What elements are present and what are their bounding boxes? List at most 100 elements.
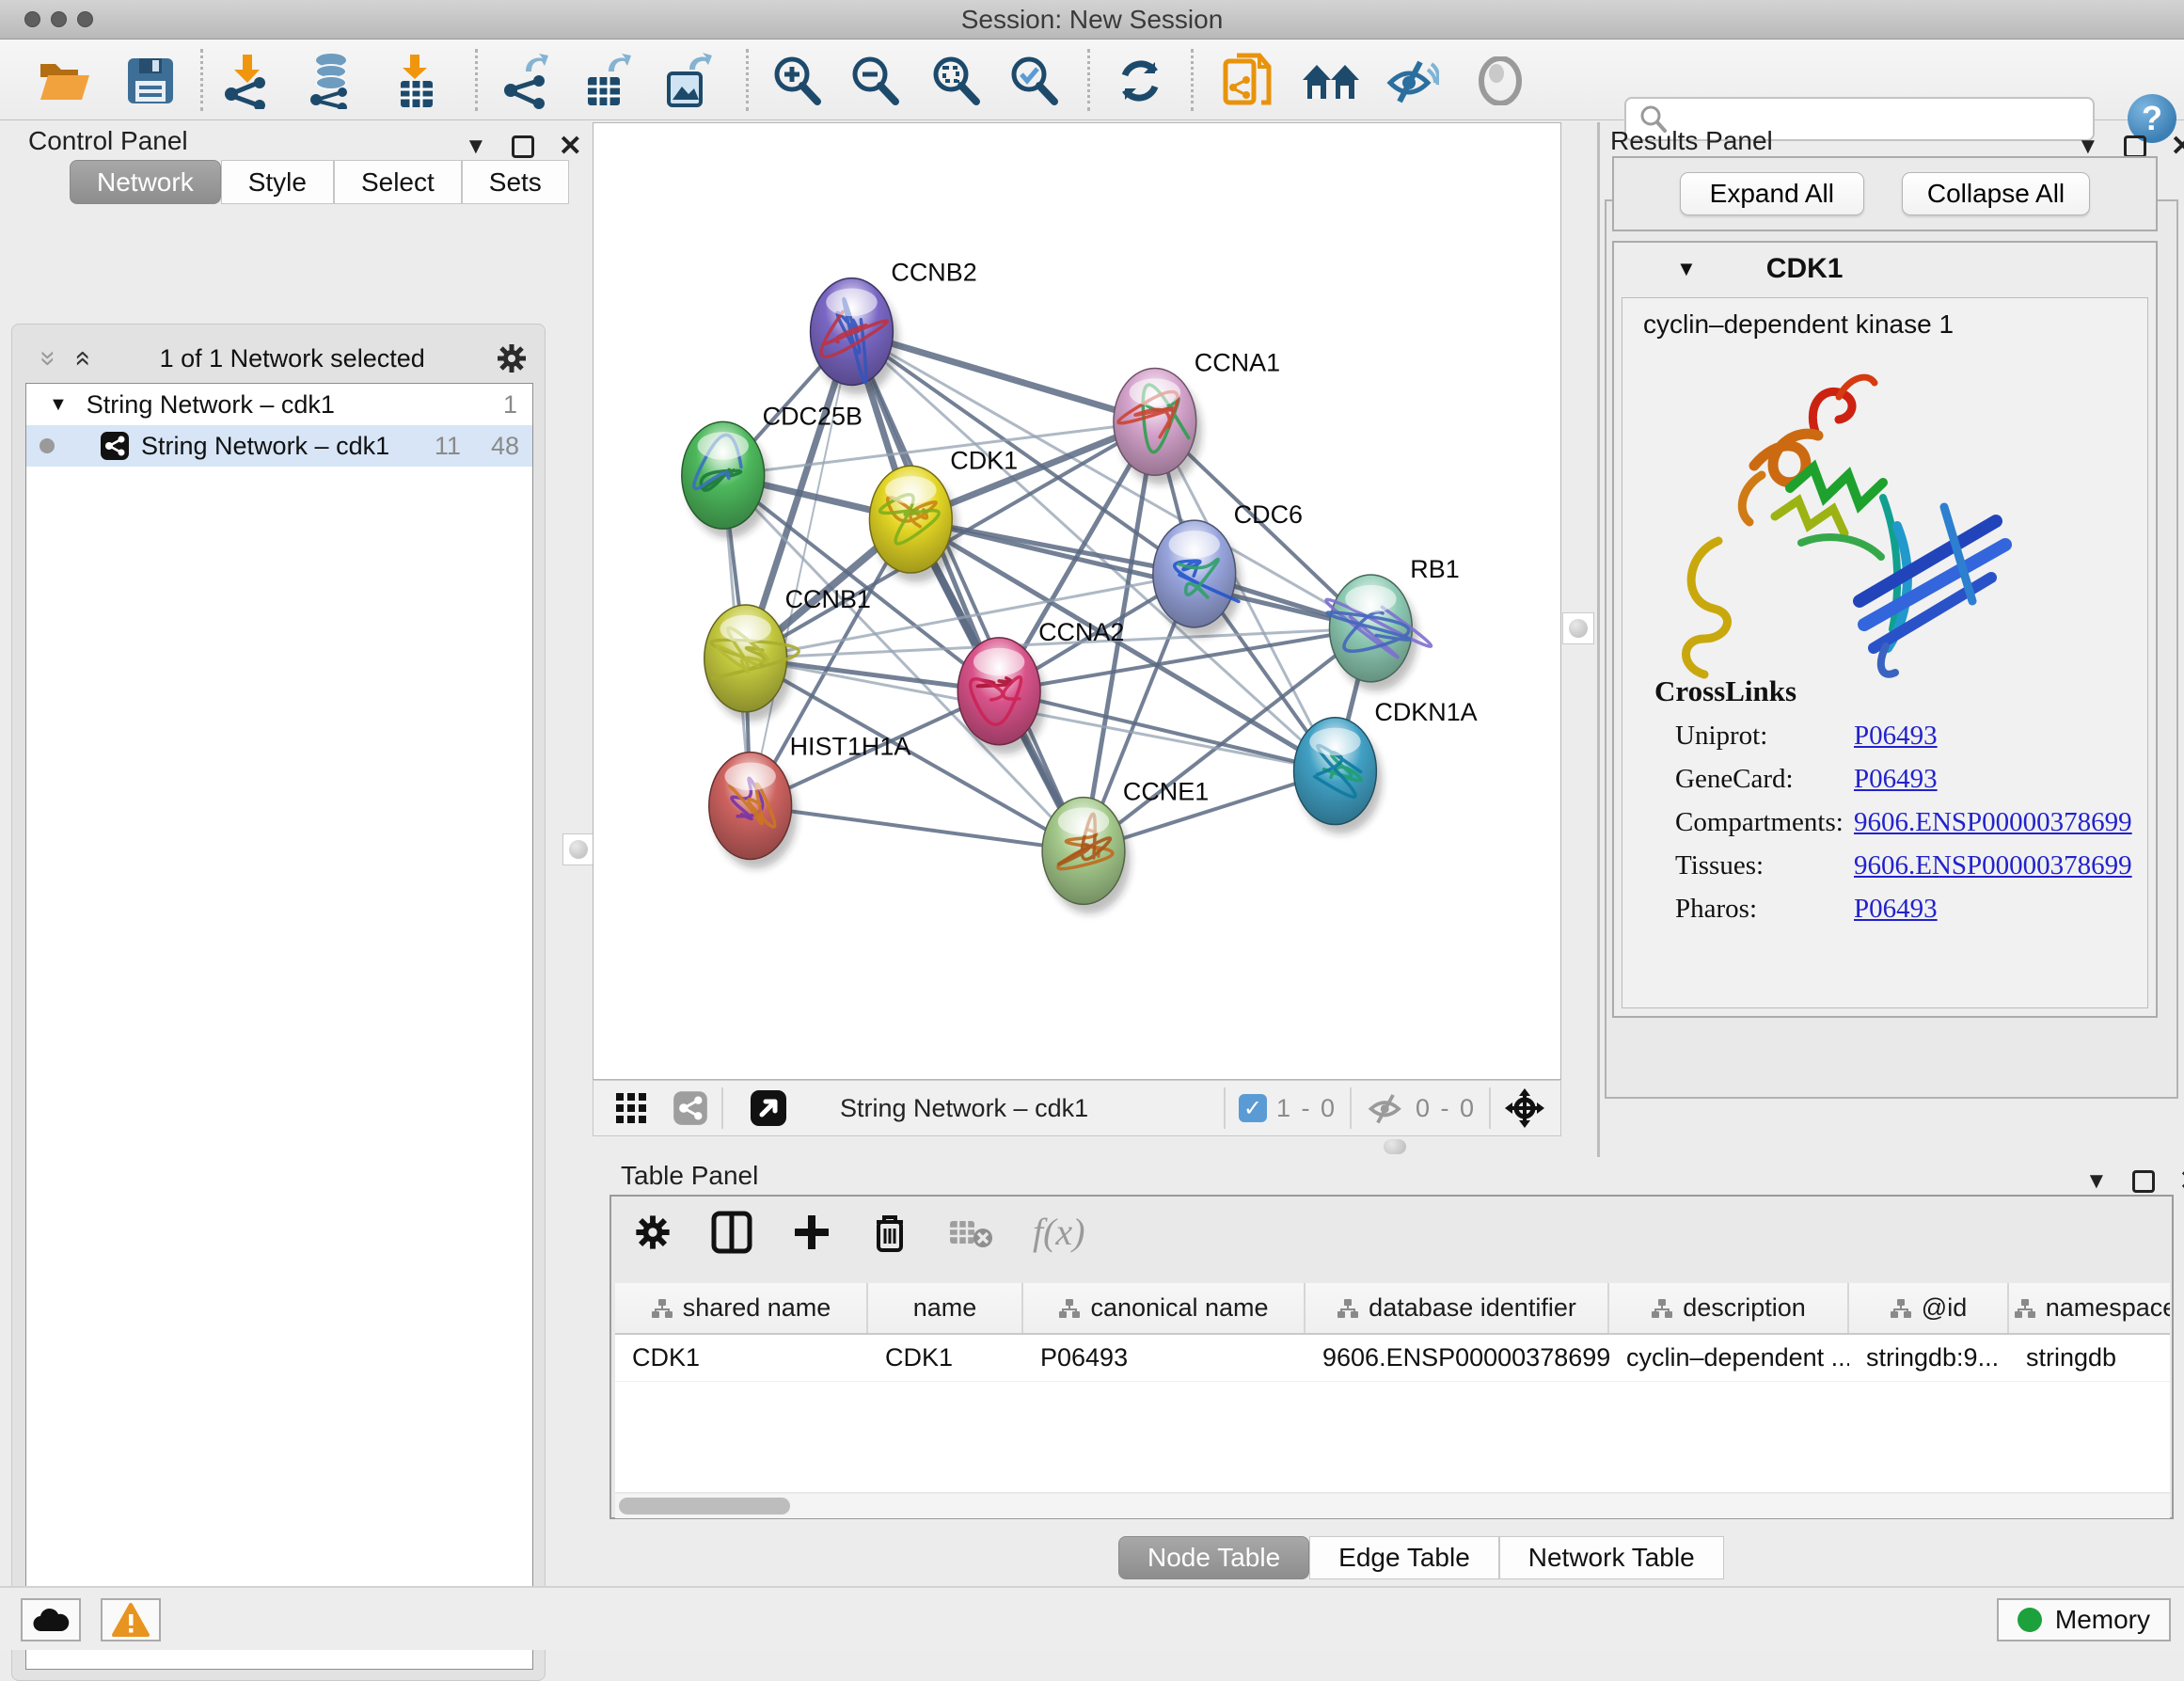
gear-icon[interactable] [496, 342, 528, 374]
table-cell[interactable]: P06493 [1023, 1335, 1306, 1381]
warning-status-button[interactable] [101, 1598, 161, 1641]
import-network-file-button[interactable] [215, 52, 277, 110]
collapse-all-button[interactable]: Collapse All [1902, 172, 2090, 215]
import-table-button[interactable] [385, 52, 447, 110]
share-view-icon[interactable] [673, 1090, 708, 1126]
table-cell[interactable]: stringdb:9... [1849, 1335, 2009, 1381]
import-network-database-button[interactable] [300, 52, 362, 110]
network-node-ccne1[interactable]: CCNE1 [1042, 778, 1209, 914]
expand-all-button[interactable]: Expand All [1680, 172, 1864, 215]
show-grid-button[interactable] [1469, 52, 1531, 110]
network-node-hist1h1a[interactable]: HIST1H1A [709, 733, 911, 869]
gene-section-header[interactable]: ▼ CDK1 [1614, 243, 2156, 295]
crosslink-link[interactable]: P06493 [1854, 721, 1938, 752]
columns-icon[interactable] [711, 1211, 752, 1254]
table-gear-icon[interactable] [634, 1213, 672, 1251]
network-node-rb1[interactable]: RB1 [1326, 555, 1460, 691]
network-row[interactable]: String Network – cdk1 11 48 [26, 425, 532, 467]
grid-view-icon[interactable] [614, 1091, 648, 1125]
table-cell[interactable]: stringdb [2009, 1335, 2170, 1381]
zoom-selected-button[interactable] [1003, 52, 1065, 110]
panel-menu-icon[interactable]: ▼ [2085, 1168, 2108, 1195]
network-edge[interactable] [751, 806, 1084, 851]
network-node-cdkn1a[interactable]: CDKN1A [1294, 698, 1478, 834]
network-collection-row[interactable]: ▼ String Network – cdk1 1 [26, 384, 532, 425]
tab-select[interactable]: Select [334, 160, 462, 204]
export-network-icon [499, 53, 552, 109]
tab-node-table[interactable]: Node Table [1118, 1536, 1309, 1579]
export-table-button[interactable] [576, 52, 638, 110]
panel-close-icon[interactable]: ✕ [559, 130, 582, 163]
save-session-button[interactable] [119, 52, 182, 110]
crosslink-link[interactable]: P06493 [1854, 894, 1938, 925]
crosslink-label: Pharos: [1675, 894, 1854, 925]
tab-sets[interactable]: Sets [462, 160, 569, 204]
network-node-ccna2[interactable]: CCNA2 [957, 618, 1124, 754]
add-column-icon[interactable] [792, 1213, 831, 1252]
crosslink-link[interactable]: 9606.ENSP00000378699 [1854, 807, 2132, 838]
table-row[interactable]: CDK1CDK1P064939606.ENSP00000378699cyclin… [615, 1335, 2170, 1382]
zoom-in-button[interactable] [766, 52, 828, 110]
network-node-cdc6[interactable]: CDC6 [1153, 500, 1303, 637]
open-folder-icon [37, 56, 91, 105]
home-pages-button[interactable] [1300, 52, 1362, 110]
crosshair-icon[interactable] [1504, 1087, 1545, 1129]
crosslink-link[interactable]: P06493 [1854, 764, 1938, 795]
column-header-namespace[interactable]: namespace [2009, 1283, 2170, 1333]
delete-column-icon[interactable] [871, 1211, 909, 1254]
share-clipboard-button[interactable] [1216, 52, 1278, 110]
export-network-button[interactable] [495, 52, 557, 110]
scrollbar-thumb[interactable] [619, 1498, 790, 1514]
tree-expand-icon[interactable]: ▼ [49, 394, 68, 416]
expand-collapse-row: Expand All Collapse All [1612, 156, 2158, 231]
function-builder-icon[interactable]: f(x) [1033, 1210, 1085, 1254]
panel-float-icon[interactable] [2124, 135, 2146, 158]
network-edge[interactable] [851, 332, 1084, 851]
node-table[interactable]: shared namenamecanonical namedatabase id… [615, 1283, 2170, 1492]
right-splitter-handle[interactable] [1562, 612, 1594, 644]
table-cell[interactable]: CDK1 [868, 1335, 1023, 1381]
table-cell[interactable]: 9606.ENSP00000378699 [1306, 1335, 1609, 1381]
section-collapse-icon[interactable]: ▼ [1676, 257, 1697, 281]
tab-style[interactable]: Style [221, 160, 334, 204]
left-splitter-handle[interactable] [562, 833, 594, 865]
zoom-fit-button[interactable] [925, 52, 987, 110]
table-cell[interactable]: cyclin–dependent ... [1609, 1335, 1849, 1381]
panel-float-icon[interactable] [2132, 1170, 2155, 1193]
network-canvas[interactable]: CCNB2CCNA1CDC25BCDK1CDC6RB1CCNB1CCNA2CDK… [593, 122, 1561, 1080]
panel-close-icon[interactable]: ✕ [2179, 1165, 2184, 1197]
cloud-status-button[interactable] [21, 1598, 81, 1641]
network-graph[interactable]: CCNB2CCNA1CDC25BCDK1CDC6RB1CCNB1CCNA2CDK… [593, 123, 1560, 1079]
tab-network[interactable]: Network [70, 160, 221, 204]
table-cell[interactable]: CDK1 [615, 1335, 868, 1381]
refresh-button[interactable] [1109, 52, 1171, 110]
expand-all-icon[interactable]: » [65, 351, 97, 367]
birdseye-icon[interactable] [750, 1089, 787, 1127]
hidden-eye-icon[interactable] [1365, 1092, 1406, 1124]
panel-menu-icon[interactable]: ▼ [465, 134, 487, 160]
column-header-shared-name[interactable]: shared name [615, 1283, 868, 1333]
selected-checkbox-icon[interactable]: ✓ [1239, 1094, 1267, 1122]
network-node-ccnb2[interactable]: CCNB2 [811, 259, 977, 395]
table-h-scrollbar[interactable] [615, 1494, 2170, 1518]
panel-close-icon[interactable]: ✕ [2171, 130, 2184, 163]
panel-float-icon[interactable] [512, 135, 534, 158]
export-image-button[interactable] [657, 52, 719, 110]
memory-button[interactable]: Memory [1997, 1598, 2171, 1641]
column-header-name[interactable]: name [868, 1283, 1023, 1333]
open-session-button[interactable] [33, 52, 95, 110]
bottom-splitter-handle[interactable] [1384, 1139, 1406, 1154]
tab-edge-table[interactable]: Edge Table [1309, 1536, 1499, 1579]
column-header-description[interactable]: description [1609, 1283, 1849, 1333]
tab-network-table[interactable]: Network Table [1499, 1536, 1724, 1579]
column-header-canonical-name[interactable]: canonical name [1023, 1283, 1306, 1333]
column-header-@id[interactable]: @id [1849, 1283, 2009, 1333]
clipboard-share-icon [1222, 52, 1273, 110]
zoom-out-button[interactable] [844, 52, 906, 110]
memory-status-icon [2018, 1608, 2042, 1632]
column-header-database-identifier[interactable]: database identifier [1306, 1283, 1609, 1333]
collapse-all-icon[interactable]: » [32, 351, 64, 367]
hide-unhide-button[interactable] [1381, 52, 1443, 110]
crosslink-link[interactable]: 9606.ENSP00000378699 [1854, 850, 2132, 881]
delete-table-icon[interactable] [948, 1215, 993, 1249]
